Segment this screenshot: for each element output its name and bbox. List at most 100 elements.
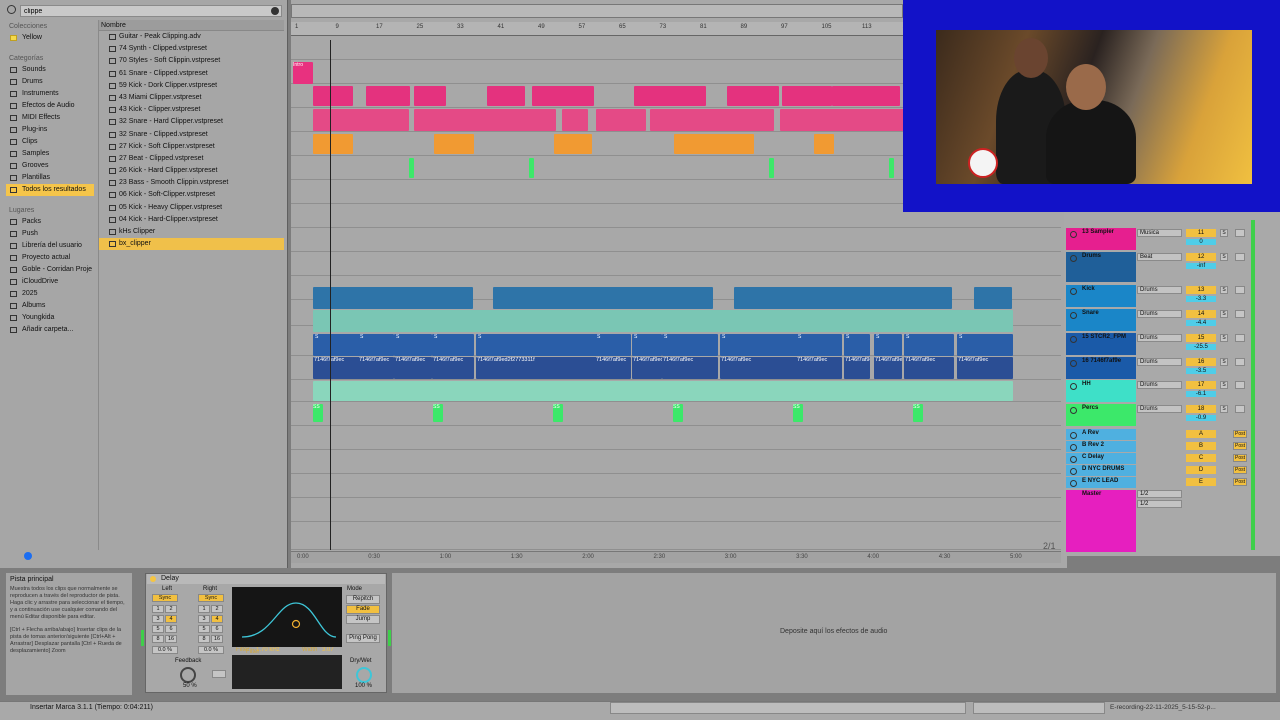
kick-clip[interactable] [313,287,473,309]
category-item[interactable]: Plantillas [6,172,94,184]
synth-clip[interactable] [832,86,876,106]
left-beat-division[interactable]: 4 [165,615,177,623]
clip-marker[interactable]: S [798,334,804,342]
pre-post-button[interactable]: Post [1233,466,1247,474]
collection-yellow[interactable]: Yellow [6,32,94,44]
stem-clip[interactable] [662,334,718,356]
pre-post-button[interactable]: Post [1233,478,1247,486]
fold-track-icon[interactable] [1070,480,1077,487]
arm-button[interactable] [1235,381,1245,389]
place-item[interactable]: Proyecto actual [6,252,94,264]
file-item[interactable]: kHs Clipper [99,226,284,238]
volume-field[interactable]: -25.5 [1186,344,1216,350]
stem-clip[interactable]: 7146f7af9ec [874,357,902,379]
clip-marker[interactable]: S [722,334,728,342]
file-item[interactable]: 04 Kick - Hard-Clipper.vstpreset [99,214,284,226]
synth-clip[interactable] [366,86,410,106]
kick-clip[interactable] [493,287,713,309]
file-item[interactable]: 70 Styles - Soft Clippin.vstpreset [99,55,284,67]
left-beat-division[interactable]: 1 [152,605,164,613]
synth-clip[interactable] [634,86,706,106]
left-beat-division[interactable]: 6 [165,625,177,633]
solo-button[interactable]: S [1220,229,1228,237]
perc-clip[interactable]: SS [673,404,683,422]
left-offset-field[interactable]: 0.0 % [152,646,178,654]
track-activator[interactable]: 14 [1186,310,1216,318]
output-routing-select[interactable]: Drums [1137,286,1182,294]
track-activator[interactable]: 18 [1186,405,1216,413]
mixer-track-title[interactable]: 16 7146f7af9e [1066,357,1136,379]
output-routing-select[interactable]: Beat [1137,253,1182,261]
clip-marker[interactable]: S [876,334,882,342]
track-activator[interactable]: 11 [1186,229,1216,237]
clip-marker[interactable]: S [664,334,670,342]
file-item[interactable]: 43 Kick - Clipper.vstpreset [99,104,284,116]
right-beat-division[interactable]: 4 [211,615,223,623]
file-item[interactable]: 23 Bass - Smooth Clippin.vstpreset [99,177,284,189]
file-item[interactable]: 74 Synth - Clipped.vstpreset [99,43,284,55]
lead-clip[interactable] [313,109,409,131]
synth-clip[interactable] [313,86,353,106]
file-item[interactable]: bx_clipper [99,238,284,251]
hh-clip[interactable] [313,381,1013,401]
solo-button[interactable]: S [1220,310,1228,318]
arm-button[interactable] [1235,253,1245,261]
perc-clip[interactable]: SS [793,404,803,422]
device-title-bar[interactable]: Delay [147,574,385,584]
volume-field[interactable]: -3.3 [1186,296,1216,302]
fold-track-icon[interactable] [1070,255,1077,262]
category-item[interactable]: MIDI Effects [6,112,94,124]
clear-search-icon[interactable] [271,7,279,15]
clip-marker[interactable]: S [846,334,852,342]
stem-clip[interactable]: 7146f7af9ec [796,357,842,379]
perc-clip[interactable]: SS [313,404,323,422]
beat-time-ruler[interactable]: 19172533414957657381899710511312 [291,22,909,36]
file-item[interactable]: 26 Kick - Hard Clipper.vstpreset [99,165,284,177]
clip-marker[interactable]: S [906,334,912,342]
category-item[interactable]: Grooves [6,160,94,172]
track-lane[interactable] [291,426,1061,450]
fold-track-icon[interactable] [1070,383,1077,390]
fold-track-icon[interactable] [1070,336,1077,343]
browser-search-input[interactable] [20,5,282,17]
pre-post-button[interactable]: Post [1233,430,1247,438]
clip-marker[interactable]: S [434,334,440,342]
fold-track-icon[interactable] [1070,444,1077,451]
place-item[interactable]: Packs [6,216,94,228]
stem-clip[interactable]: 7146f7af9ec [844,357,870,379]
lead-clip[interactable] [562,109,588,131]
file-list-header[interactable]: Nombre [99,20,284,31]
left-beat-division[interactable]: 5 [152,625,164,633]
perc-clip[interactable]: SS [553,404,563,422]
stem-clip[interactable] [957,334,1013,356]
return-track-title[interactable]: B Rev 2 [1066,441,1136,452]
fold-track-icon[interactable] [1070,407,1077,414]
track-activator[interactable]: B [1186,442,1216,450]
mixer-track-title[interactable]: 13 Sampler [1066,228,1136,250]
arm-button[interactable] [1235,310,1245,318]
mixer-track-title[interactable]: HH [1066,380,1136,402]
fold-track-icon[interactable] [1070,312,1077,319]
place-item[interactable]: Youngkida [6,312,94,324]
master-input-select[interactable]: 1/2 [1137,500,1182,508]
clip-marker[interactable]: S [478,334,484,342]
stem-clip[interactable]: 7146f7af9ec [632,357,662,379]
master-output-select[interactable]: 1/2 [1137,490,1182,498]
mixer-track-title[interactable]: Percs [1066,404,1136,426]
mode-button[interactable]: Repitch [346,595,380,604]
arm-button[interactable] [1235,286,1245,294]
stem-clip[interactable]: 7146f7af9ec [957,357,1013,379]
track-activator[interactable]: D [1186,466,1216,474]
arm-button[interactable] [1235,229,1245,237]
chord-clip[interactable] [434,134,474,154]
return-track-title[interactable]: D NYC DRUMS [1066,465,1136,476]
synth-clip[interactable] [487,86,525,106]
stem-clip[interactable]: 7146f7af9ec [662,357,718,379]
place-item[interactable]: Push [6,228,94,240]
track-lane[interactable] [291,252,1061,276]
place-item[interactable]: Añadir carpeta... [6,324,94,336]
solo-button[interactable]: S [1220,253,1228,261]
output-routing-select[interactable]: Drums [1137,334,1182,342]
ping-pong-button[interactable]: Ping Pong [346,634,380,643]
snare-clip[interactable] [313,310,1013,332]
